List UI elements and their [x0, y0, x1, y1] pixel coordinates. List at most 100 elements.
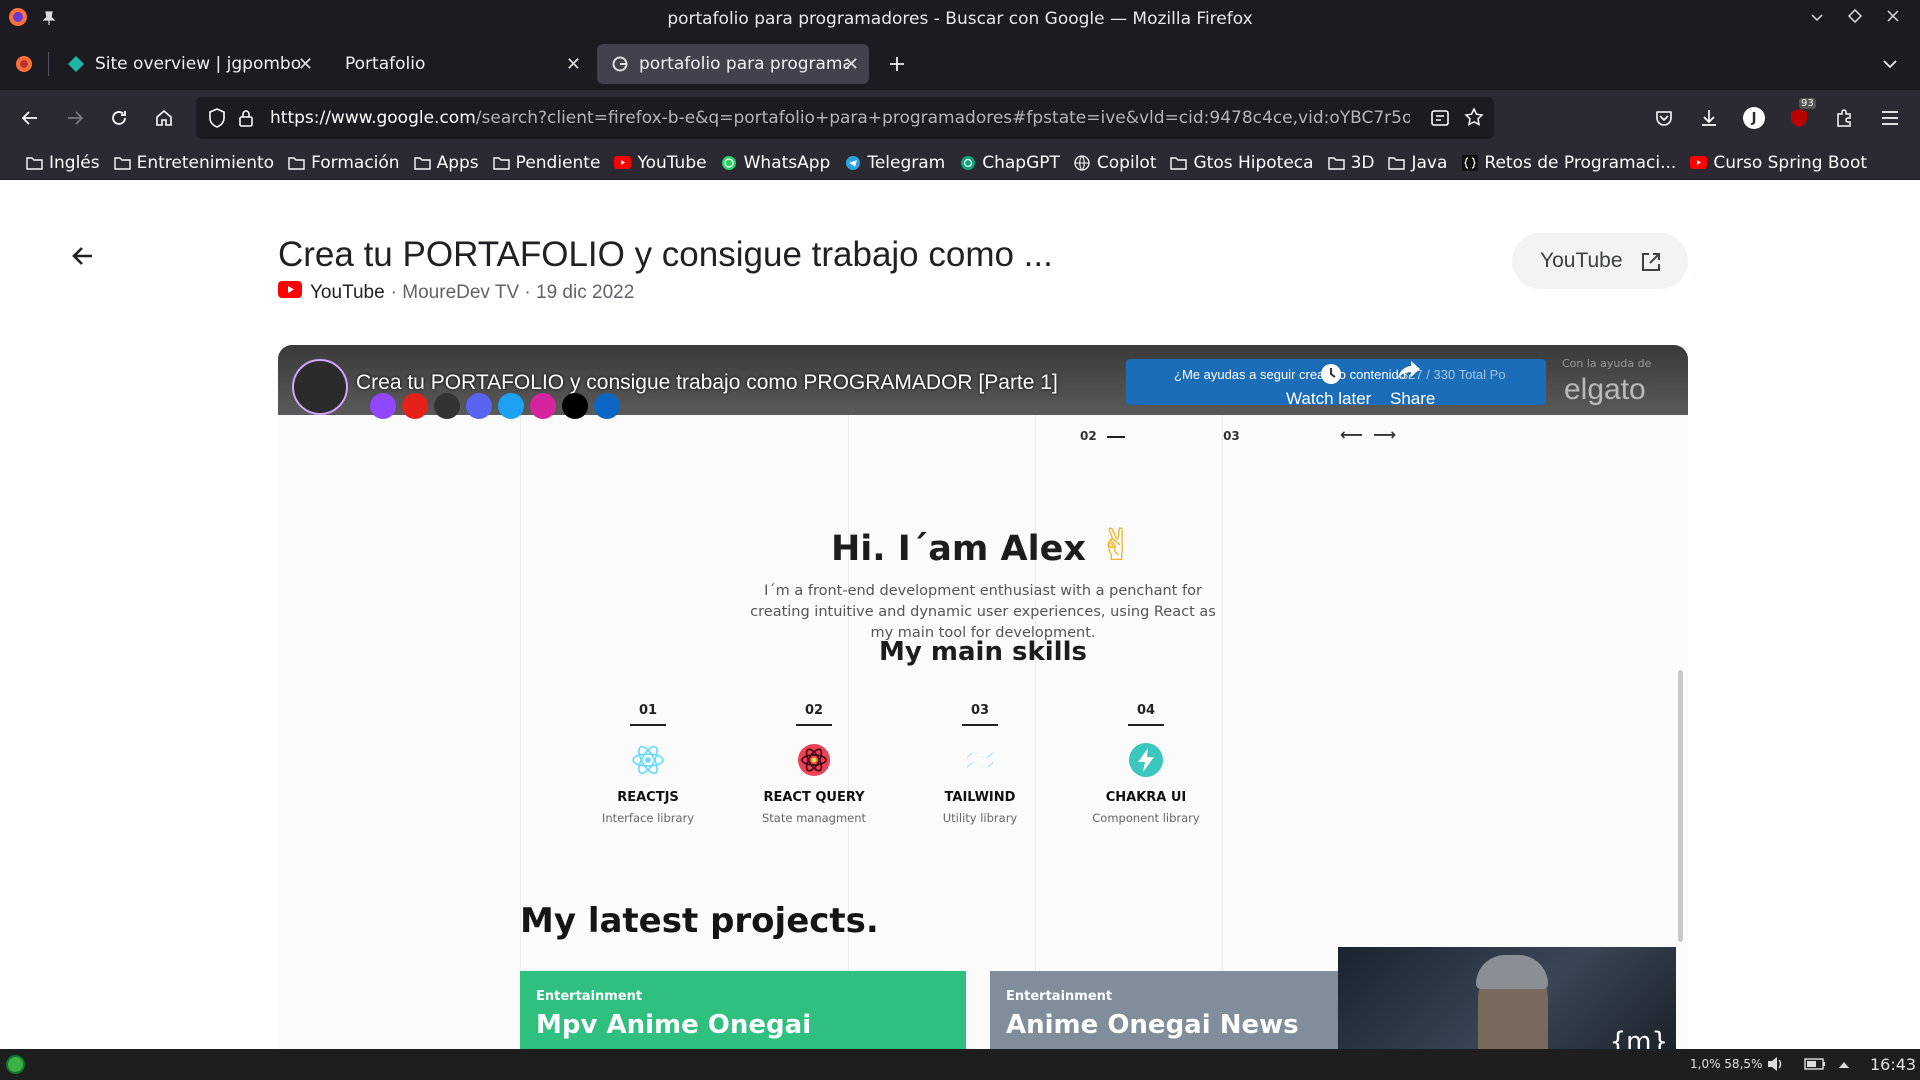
tab-portafolio[interactable]: Portafolio ✕: [331, 44, 591, 84]
clock-icon[interactable]: [1320, 363, 1342, 389]
system-stats: 1,0% 58,5%: [1690, 1057, 1763, 1071]
victory-hand-icon: ✌: [1098, 520, 1136, 571]
react-query-icon: [794, 740, 834, 780]
watch-later-button[interactable]: Watch later: [1286, 389, 1371, 409]
bookmark-label: Apps: [436, 152, 479, 173]
portfolio-greeting: Hi. I´am Alex ✌: [278, 520, 1688, 571]
reader-view-icon[interactable]: [1430, 108, 1450, 133]
project-card[interactable]: Entertainment Anime Onegai News: [990, 971, 1350, 1049]
maximize-button[interactable]: [1847, 8, 1863, 27]
bookmark-entretenimiento[interactable]: Entretenimiento: [113, 153, 274, 173]
taskbar-clock[interactable]: 16:43: [1870, 1055, 1916, 1074]
bookmark-formacion[interactable]: Formación: [288, 153, 400, 173]
folder-icon: [492, 155, 510, 170]
volume-icon[interactable]: [1766, 1056, 1784, 1076]
skill-desc: State managment: [761, 811, 867, 825]
account-avatar[interactable]: J: [1736, 100, 1772, 136]
skill-number: 04: [1136, 703, 1156, 718]
project-category: Entertainment: [1006, 989, 1113, 1004]
project-name: Mpv Anime Onegai: [536, 1010, 812, 1040]
whatsapp-icon: [721, 155, 738, 170]
skill-number: 03: [970, 703, 990, 718]
tab-site-overview[interactable]: Site overview | jgpombo ✕: [53, 44, 323, 84]
folder-icon: [1170, 155, 1188, 170]
bookmark-label: Gtos Hipoteca: [1193, 152, 1314, 173]
url-path: /search?client=firefox-b-e&q=portafolio+…: [475, 108, 1410, 128]
bookmark-youtube[interactable]: YouTube: [614, 153, 707, 173]
mouredev-logo: {m}: [1609, 1027, 1668, 1049]
project-card[interactable]: Entertainment Mpv Anime Onegai: [520, 971, 966, 1049]
battery-icon[interactable]: [1804, 1057, 1826, 1075]
address-bar[interactable]: https://www.google.com/search?client=fir…: [196, 97, 1494, 139]
home-button[interactable]: [146, 100, 182, 136]
skill-number: 01: [638, 703, 658, 718]
firefox-view-button[interactable]: [0, 46, 48, 82]
bookmark-label: Retos de Programaci...: [1484, 152, 1677, 173]
reload-button[interactable]: [101, 100, 137, 136]
scrollbar-thumb[interactable]: [1678, 670, 1683, 942]
bookmark-retos[interactable]: Retos de Programaci...: [1461, 153, 1676, 173]
bookmark-telegram[interactable]: Telegram: [844, 153, 945, 173]
bookmarks-toolbar: Inglés Entretenimiento Formación Apps Pe…: [0, 146, 1920, 180]
close-tab-icon[interactable]: ✕: [844, 54, 859, 75]
arrow-right-icon[interactable]: ⟶: [1373, 425, 1396, 444]
bookmark-pendiente[interactable]: Pendiente: [492, 153, 600, 173]
tailwind-icon: [960, 740, 1000, 780]
elgato-watermark: elgato: [1564, 373, 1646, 406]
navigation-toolbar: https://www.google.com/search?client=fir…: [0, 90, 1920, 146]
bookmark-whatsapp[interactable]: WhatsApp: [721, 152, 831, 173]
minimize-button[interactable]: [1810, 8, 1824, 27]
player-video-title[interactable]: Crea tu PORTAFOLIO y consigue trabajo co…: [356, 371, 1058, 395]
open-youtube-button[interactable]: YouTube: [1512, 233, 1688, 289]
downloads-icon[interactable]: [1691, 100, 1727, 136]
slider-page-left: 02: [1080, 429, 1097, 443]
bookmark-curso-spring-boot[interactable]: Curso Spring Boot: [1690, 153, 1867, 173]
forward-button[interactable]: [57, 100, 93, 136]
bookmark-3d[interactable]: 3D: [1327, 153, 1374, 173]
tray-expand-icon[interactable]: [1838, 1058, 1850, 1074]
bookmark-java[interactable]: Java: [1388, 153, 1447, 173]
skills-heading: My main skills: [879, 637, 1087, 667]
extensions-puzzle-icon[interactable]: [1826, 100, 1862, 136]
ublock-extension-icon[interactable]: 93: [1781, 98, 1817, 136]
hamburger-menu-icon[interactable]: [1872, 100, 1908, 136]
new-tab-button[interactable]: [879, 46, 915, 82]
bookmark-ingles[interactable]: Inglés: [26, 153, 100, 173]
video-player[interactable]: Crea tu PORTAFOLIO y consigue trabajo co…: [278, 345, 1688, 1049]
lock-icon[interactable]: [238, 108, 254, 133]
url-text[interactable]: https://www.google.com/search?client=fir…: [270, 108, 1410, 128]
result-source: YouTube: [310, 281, 385, 303]
share-button[interactable]: Share: [1390, 389, 1435, 409]
globe-icon: [1074, 154, 1091, 171]
bookmark-label: Java: [1411, 152, 1448, 173]
window-titlebar: portafolio para programadores - Buscar c…: [0, 0, 1920, 38]
bookmark-copilot[interactable]: Copilot: [1074, 153, 1156, 173]
pocket-icon[interactable]: [1646, 100, 1682, 136]
chatgpt-icon: [959, 155, 976, 170]
bookmark-chatgpt[interactable]: ChapGPT: [959, 153, 1060, 173]
close-tab-icon[interactable]: ✕: [298, 54, 313, 75]
tab-bar: Site overview | jgpombo ✕ Portafolio ✕ p…: [0, 38, 1920, 90]
youtube-icon: [402, 393, 428, 419]
bookmark-star-icon[interactable]: [1464, 107, 1484, 132]
result-title[interactable]: Crea tu PORTAFOLIO y consigue trabajo co…: [278, 235, 1053, 275]
skill-desc: Utility library: [942, 811, 1018, 825]
close-tab-icon[interactable]: ✕: [566, 54, 581, 75]
shield-icon[interactable]: [208, 108, 226, 133]
url-host: https://www.google.com: [270, 108, 476, 128]
start-menu-button[interactable]: [6, 1055, 25, 1074]
skill-name: REACT QUERY: [763, 790, 865, 805]
tab-google-search[interactable]: portafolio para programad ✕: [597, 44, 869, 84]
twitch-icon: [370, 393, 396, 419]
back-arrow-button[interactable]: [70, 243, 100, 273]
bookmark-apps[interactable]: Apps: [413, 152, 479, 173]
bookmark-label: WhatsApp: [743, 152, 831, 173]
list-all-tabs-button[interactable]: [1872, 46, 1908, 82]
arrow-left-icon[interactable]: ⟵: [1340, 425, 1363, 444]
bookmark-gtos-hipoteca[interactable]: Gtos Hipoteca: [1170, 152, 1314, 173]
bookmark-label: Curso Spring Boot: [1713, 152, 1868, 173]
channel-avatar[interactable]: [292, 359, 348, 415]
back-button[interactable]: [12, 100, 48, 136]
share-arrow-icon[interactable]: [1396, 359, 1422, 385]
close-window-button[interactable]: [1886, 8, 1900, 27]
